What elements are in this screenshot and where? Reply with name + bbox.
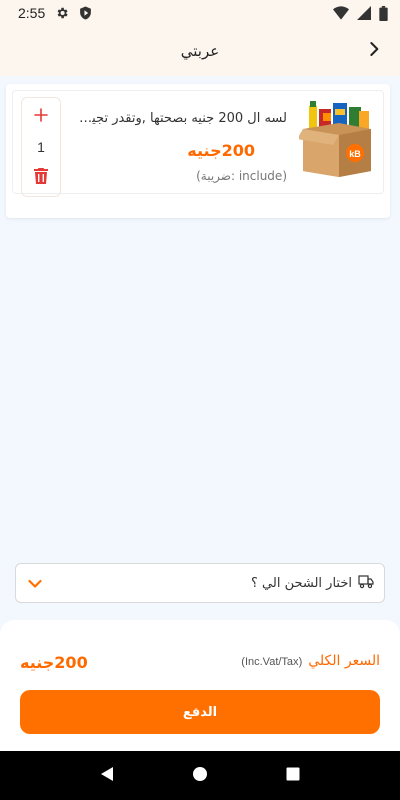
shipping-select[interactable]: اختار الشحن الي ؟ <box>15 563 385 603</box>
pay-button[interactable]: الدفع <box>20 690 380 734</box>
svg-text:kB: kB <box>349 149 361 159</box>
shipping-icon <box>358 574 374 593</box>
checkout-panel: 200جنيه السعر الكلي (Inc.Vat/Tax) الدفع <box>0 620 400 751</box>
plus-icon <box>34 107 48 126</box>
quantity-value: 1 <box>37 139 45 155</box>
status-bar: 2:55 <box>0 0 400 26</box>
back-button[interactable] <box>362 39 386 63</box>
shield-play-icon <box>79 6 92 20</box>
total-label-group: السعر الكلي (Inc.Vat/Tax) <box>241 653 380 669</box>
product-tax: (include :ضريبة) <box>196 169 287 183</box>
cart-item-card: 1 لسه ال 200 جنيه بصحتها ,وتقدر تجيب... … <box>6 84 390 218</box>
total-tax-note: (Inc.Vat/Tax) <box>241 656 303 668</box>
nav-back-button[interactable] <box>95 764 119 788</box>
wifi-icon <box>333 6 349 20</box>
shipping-label: اختار الشحن الي ؟ <box>251 575 352 591</box>
recents-square-icon <box>286 766 300 785</box>
product-name[interactable]: لسه ال 200 جنيه بصحتها ,وتقدر تجيب... <box>77 111 287 126</box>
home-circle-icon <box>192 766 208 786</box>
trash-icon <box>34 168 48 188</box>
app-bar: عربتي <box>0 26 400 76</box>
signal-icon <box>357 6 371 20</box>
delete-item-button[interactable] <box>29 166 53 190</box>
total-label: السعر الكلي <box>308 653 380 669</box>
status-time: 2:55 <box>18 5 46 21</box>
total-price: 200جنيه <box>20 653 88 672</box>
quantity-stepper: 1 <box>21 97 61 197</box>
grocery-box-image[interactable]: kB <box>297 99 375 179</box>
status-right <box>333 5 388 21</box>
product-price: 200جنيه <box>187 141 255 160</box>
shipping-select-content: اختار الشحن الي ؟ <box>251 574 374 593</box>
back-triangle-icon <box>100 766 114 786</box>
nav-home-button[interactable] <box>188 764 212 788</box>
chevron-down-icon <box>28 574 42 593</box>
page-title: عربتي <box>180 42 220 60</box>
chevron-right-icon <box>366 41 382 61</box>
status-left: 2:55 <box>18 5 92 21</box>
battery-icon <box>379 5 388 21</box>
cart-item: 1 لسه ال 200 جنيه بصحتها ,وتقدر تجيب... … <box>12 90 384 197</box>
settings-icon <box>55 6 69 20</box>
increase-quantity-button[interactable] <box>29 104 53 128</box>
system-nav-bar <box>0 751 400 800</box>
nav-recents-button[interactable] <box>281 764 305 788</box>
